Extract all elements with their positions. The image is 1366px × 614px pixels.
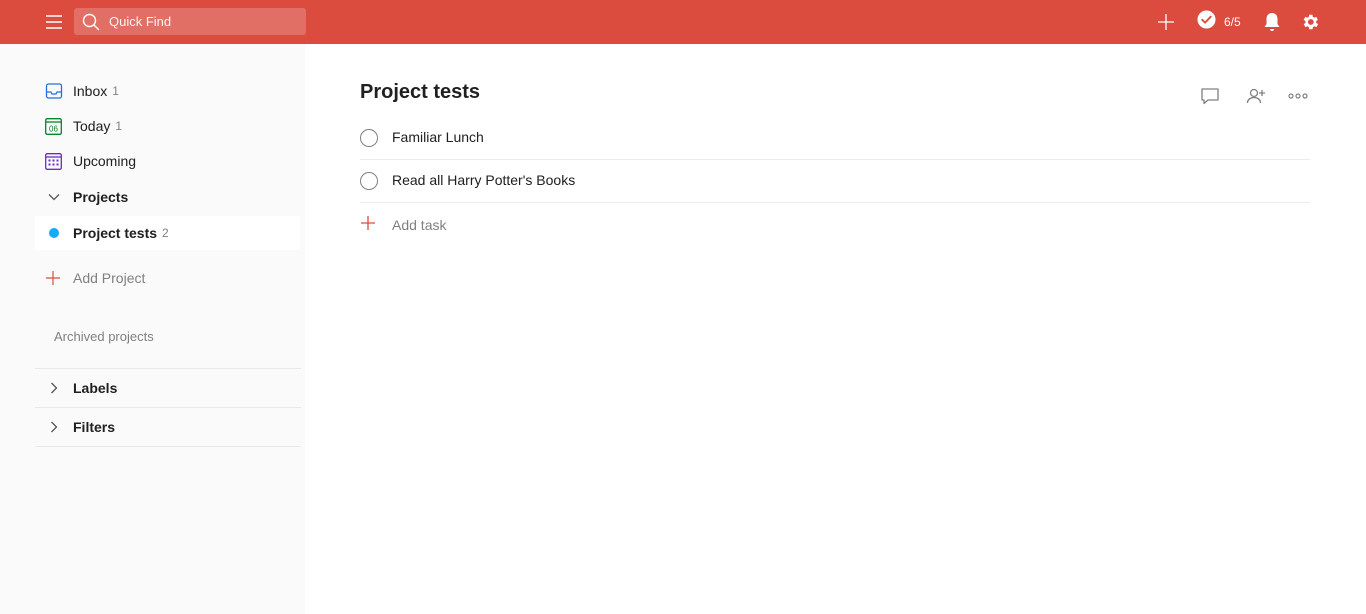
task-item: Familiar Lunch <box>360 117 1310 160</box>
main-content: Project tests Familiar Lunch Read all Ha… <box>305 44 1366 614</box>
add-project-label: Add Project <box>73 270 146 286</box>
sidebar-item-label: Project tests <box>73 225 158 241</box>
settings-button[interactable] <box>1300 11 1320 33</box>
search-placeholder: Quick Find <box>109 14 172 29</box>
chevron-right-icon <box>35 381 73 395</box>
add-task-button[interactable]: Add task <box>360 214 446 236</box>
chevron-down-icon <box>35 190 73 204</box>
calendar-upcoming-icon <box>35 152 73 170</box>
plus-icon <box>1156 14 1176 36</box>
sidebar-item-upcoming[interactable]: Upcoming <box>35 144 300 178</box>
task-content[interactable]: Read all Harry Potter's Books <box>392 172 575 188</box>
bell-icon <box>1262 13 1282 37</box>
plus-icon <box>35 270 73 286</box>
projects-section-toggle[interactable]: Projects <box>35 178 300 216</box>
search-icon <box>82 13 100 36</box>
gear-icon <box>1300 14 1320 37</box>
filters-section-toggle[interactable]: Filters <box>35 408 300 446</box>
task-item: Read all Harry Potter's Books <box>360 160 1310 203</box>
add-person-icon <box>1245 85 1267 112</box>
task-checkbox[interactable] <box>360 172 378 190</box>
karma-productivity-button[interactable]: 6/5 <box>1197 10 1241 34</box>
sidebar-item-label: Inbox <box>73 83 108 99</box>
comments-button[interactable] <box>1198 86 1222 110</box>
sidebar-item-inbox[interactable]: Inbox 1 <box>35 74 300 108</box>
sidebar-item-project-tests[interactable]: Project tests 2 <box>35 216 300 250</box>
divider <box>35 446 301 447</box>
inbox-icon <box>35 82 73 100</box>
menu-icon[interactable] <box>44 12 64 32</box>
add-project-button[interactable]: Add Project <box>35 261 300 295</box>
task-checkbox[interactable] <box>360 129 378 147</box>
sidebar-item-today[interactable]: 06 Today 1 <box>35 109 300 143</box>
sidebar-item-count: 1 <box>112 84 119 98</box>
more-options-button[interactable] <box>1286 86 1310 110</box>
quick-add-button[interactable] <box>1156 12 1176 32</box>
check-circle-icon <box>1197 10 1216 34</box>
page-title: Project tests <box>360 81 481 103</box>
top-bar: Quick Find 6/5 <box>0 0 1366 44</box>
chevron-right-icon <box>35 420 73 434</box>
karma-label: 6/5 <box>1224 15 1241 29</box>
sidebar: Inbox 1 06 Today 1 Upcoming Projects Pro… <box>0 44 305 614</box>
filters-header: Filters <box>73 419 116 435</box>
archived-projects-link[interactable]: Archived projects <box>54 329 154 344</box>
labels-header: Labels <box>73 380 118 396</box>
sidebar-item-count: 2 <box>162 226 169 240</box>
calendar-day-number: 06 <box>49 124 58 133</box>
comment-icon <box>1199 85 1221 112</box>
calendar-today-icon: 06 <box>35 117 73 135</box>
project-color-dot-icon <box>35 226 73 240</box>
plus-icon <box>360 215 376 236</box>
more-horizontal-icon <box>1287 85 1309 112</box>
sidebar-item-count: 1 <box>115 119 123 133</box>
projects-header: Projects <box>73 189 129 205</box>
sidebar-item-label: Today <box>73 118 111 134</box>
task-content[interactable]: Familiar Lunch <box>392 129 484 145</box>
add-task-label: Add task <box>392 217 447 233</box>
quick-find-search[interactable]: Quick Find <box>74 8 306 35</box>
notifications-button[interactable] <box>1262 11 1282 33</box>
share-project-button[interactable] <box>1244 86 1268 110</box>
labels-section-toggle[interactable]: Labels <box>35 369 300 407</box>
sidebar-item-label: Upcoming <box>73 153 137 169</box>
